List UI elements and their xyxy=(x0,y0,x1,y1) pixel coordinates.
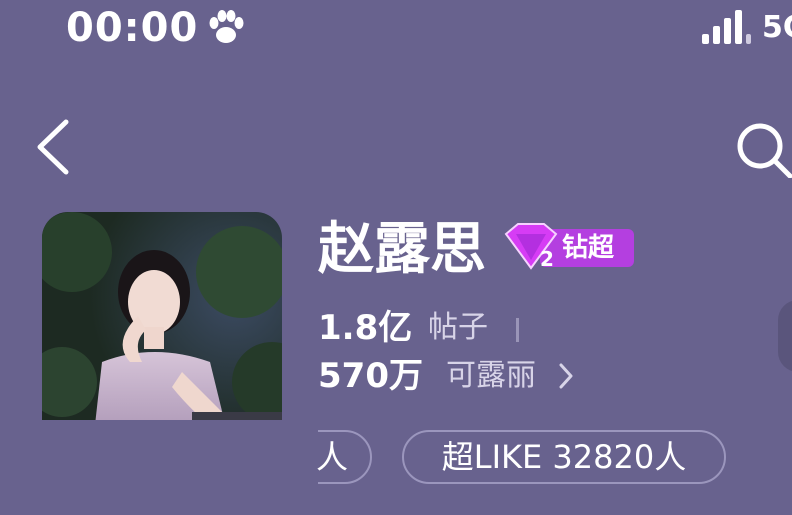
paw-icon xyxy=(209,10,244,43)
network-type: 5G xyxy=(762,10,792,45)
follower-count-label[interactable]: 可露丽 xyxy=(446,356,536,396)
back-arrow-icon[interactable] xyxy=(30,116,76,178)
tag-pill-clip xyxy=(0,420,318,500)
status-time: 00:00 xyxy=(66,5,199,51)
follower-count[interactable]: 570万 xyxy=(318,356,423,396)
post-count: 1.8亿 xyxy=(318,308,413,348)
diamond-icon: 2 xyxy=(504,223,558,271)
side-handle xyxy=(778,300,792,372)
badge-text: 钻超 xyxy=(562,233,615,263)
tag-pill-1-label: 人 xyxy=(316,438,349,476)
post-count-label: 帖子 xyxy=(428,310,488,345)
signal-icon xyxy=(702,10,751,44)
level-badge: 钻超 2 xyxy=(500,222,636,272)
stat-divider xyxy=(516,318,519,342)
page-title: 赵露思 xyxy=(318,217,486,282)
avatar[interactable] xyxy=(42,212,282,452)
chevron-right-icon[interactable] xyxy=(558,362,574,390)
search-icon[interactable] xyxy=(732,118,792,178)
badge-level: 2 xyxy=(540,247,554,271)
tag-pill-2[interactable]: 超LIKE 32820人 xyxy=(402,430,726,484)
avatar-image xyxy=(42,212,282,452)
